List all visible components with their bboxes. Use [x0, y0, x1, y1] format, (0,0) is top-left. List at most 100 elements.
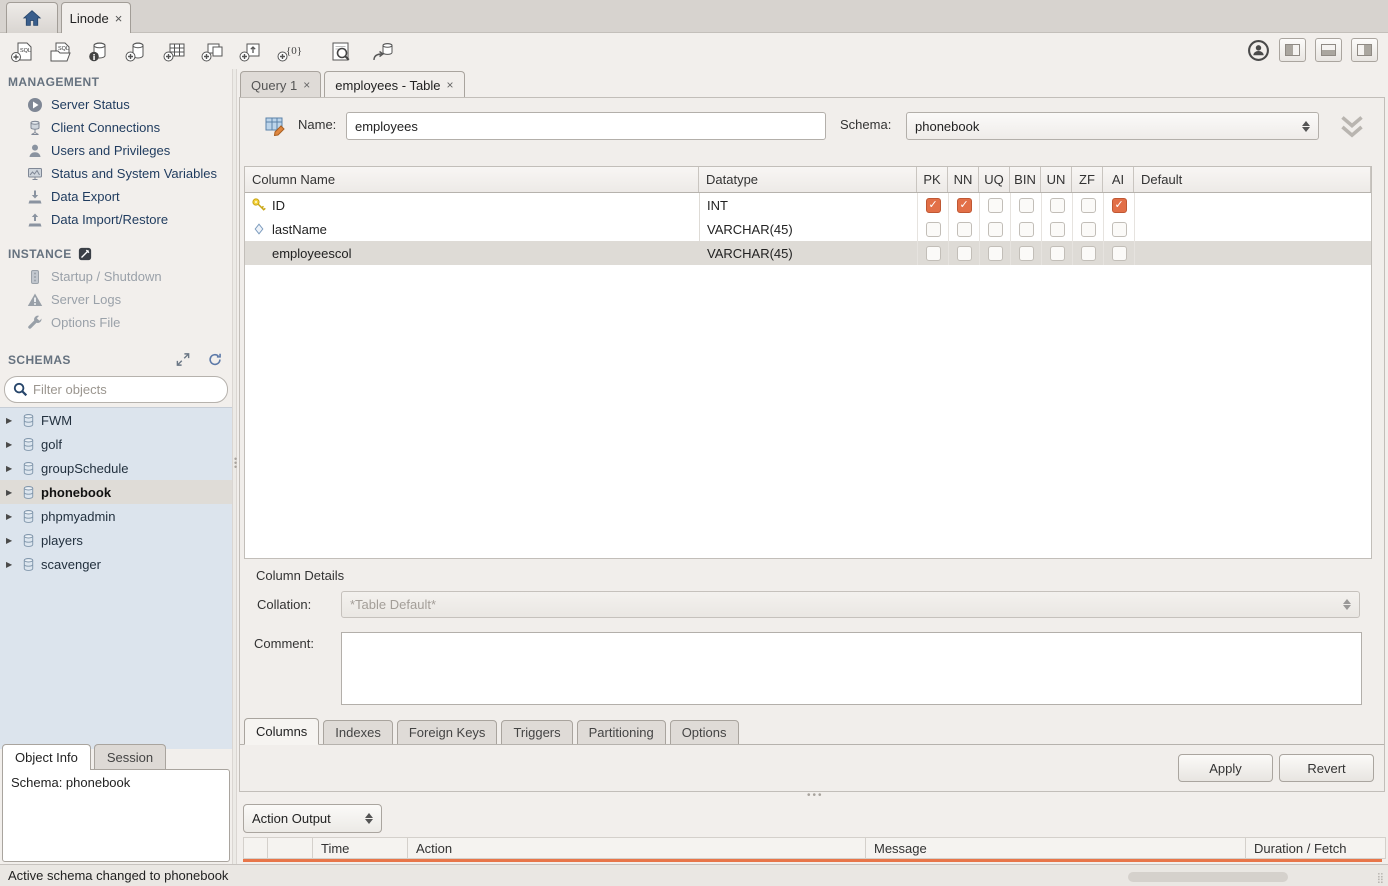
sidebar-item-server-status[interactable]: Server Status	[0, 93, 232, 116]
checkbox-un[interactable]	[1050, 198, 1065, 213]
sidebar-item-startup-shutdown[interactable]: Startup / Shutdown	[0, 265, 232, 288]
schema-item-fwm[interactable]: ▶ FWM	[0, 408, 232, 432]
resize-grip[interactable]: ⣿	[1377, 873, 1385, 884]
col-header-un[interactable]: UN	[1041, 167, 1072, 192]
toggle-right-panel-icon[interactable]	[1351, 38, 1378, 62]
create-table-icon[interactable]	[160, 40, 190, 64]
connection-tab[interactable]: Linode ×	[61, 2, 131, 33]
expander-icon[interactable]: ▶	[6, 512, 16, 521]
expand-form-icon[interactable]	[1337, 114, 1367, 140]
col-header-zf[interactable]: ZF	[1072, 167, 1103, 192]
schema-item-scavenger[interactable]: ▶ scavenger	[0, 552, 232, 576]
schema-filter-input[interactable]	[33, 382, 219, 397]
revert-button[interactable]: Revert	[1279, 754, 1374, 782]
sidebar-item-server-logs[interactable]: Server Logs	[0, 288, 232, 311]
expander-icon[interactable]: ▶	[6, 536, 16, 545]
open-sql-script-icon[interactable]: SQL	[46, 40, 76, 64]
checkbox-bin[interactable]	[1019, 198, 1034, 213]
tab-foreign-keys[interactable]: Foreign Keys	[397, 720, 498, 745]
connection-status-icon[interactable]	[1247, 39, 1270, 62]
col-header-pk[interactable]: PK	[917, 167, 948, 192]
tab-triggers[interactable]: Triggers	[501, 720, 572, 745]
col-header-uq[interactable]: UQ	[979, 167, 1010, 192]
checkbox-nn[interactable]	[957, 222, 972, 237]
search-objects-icon[interactable]	[326, 40, 356, 64]
checkbox-ai[interactable]	[1112, 198, 1127, 213]
col-header-datatype[interactable]: Datatype	[699, 167, 917, 192]
checkbox-zf[interactable]	[1081, 246, 1096, 261]
output-type-select[interactable]: Action Output	[243, 804, 382, 833]
column-row-lastname[interactable]: lastName VARCHAR(45)	[245, 217, 1371, 241]
checkbox-ai[interactable]	[1112, 222, 1127, 237]
schema-item-phpmyadmin[interactable]: ▶ phpmyadmin	[0, 504, 232, 528]
expander-icon[interactable]: ▶	[6, 440, 16, 449]
checkbox-uq[interactable]	[988, 198, 1003, 213]
col-header-column-name[interactable]: Column Name	[245, 167, 699, 192]
sidebar-item-users-privileges[interactable]: Users and Privileges	[0, 139, 232, 162]
toggle-bottom-panel-icon[interactable]	[1315, 38, 1342, 62]
checkbox-uq[interactable]	[988, 246, 1003, 261]
schema-item-golf[interactable]: ▶ golf	[0, 432, 232, 456]
refresh-schemas-icon[interactable]	[206, 352, 224, 367]
checkbox-ai[interactable]	[1112, 246, 1127, 261]
schema-item-players[interactable]: ▶ players	[0, 528, 232, 552]
sidebar-item-options-file[interactable]: Options File	[0, 311, 232, 334]
expander-icon[interactable]: ▶	[6, 416, 16, 425]
close-icon[interactable]: ×	[447, 78, 454, 92]
tab-partitioning[interactable]: Partitioning	[577, 720, 666, 745]
checkbox-un[interactable]	[1050, 246, 1065, 261]
stepper-icon[interactable]	[365, 813, 373, 824]
sidebar-item-data-import[interactable]: Data Import/Restore	[0, 208, 232, 231]
expander-icon[interactable]: ▶	[6, 560, 16, 569]
tab-session[interactable]: Session	[94, 744, 166, 770]
create-schema-icon[interactable]	[122, 40, 152, 64]
schema-item-groupschedule[interactable]: ▶ groupSchedule	[0, 456, 232, 480]
output-col-status[interactable]	[244, 838, 268, 858]
reconnect-database-icon[interactable]	[368, 40, 398, 64]
checkbox-nn[interactable]	[957, 198, 972, 213]
schema-select[interactable]: phonebook	[906, 112, 1319, 140]
tab-options[interactable]: Options	[670, 720, 739, 745]
col-header-default[interactable]: Default	[1134, 167, 1371, 192]
checkbox-pk[interactable]	[926, 222, 941, 237]
stepper-icon[interactable]	[1302, 121, 1310, 132]
checkbox-zf[interactable]	[1081, 198, 1096, 213]
checkbox-nn[interactable]	[957, 246, 972, 261]
sidebar-item-status-system-variables[interactable]: Status and System Variables	[0, 162, 232, 185]
checkbox-bin[interactable]	[1019, 222, 1034, 237]
tab-employees-table[interactable]: employees - Table ×	[324, 71, 464, 98]
expand-schemas-icon[interactable]	[174, 352, 192, 367]
create-view-icon[interactable]	[198, 40, 228, 64]
column-row-id[interactable]: ID INT	[245, 193, 1371, 217]
checkbox-bin[interactable]	[1019, 246, 1034, 261]
output-col-index[interactable]	[268, 838, 313, 858]
output-col-time[interactable]: Time	[313, 838, 408, 858]
database-info-icon[interactable]	[84, 40, 114, 64]
tab-query-1[interactable]: Query 1 ×	[240, 71, 321, 98]
column-row-employeescol[interactable]: employeescol VARCHAR(45)	[245, 241, 1371, 265]
collation-select[interactable]: *Table Default*	[341, 591, 1360, 618]
checkbox-pk[interactable]	[926, 198, 941, 213]
sidebar-item-client-connections[interactable]: Client Connections	[0, 116, 232, 139]
sidebar-item-data-export[interactable]: Data Export	[0, 185, 232, 208]
new-sql-tab-icon[interactable]: SQL	[8, 40, 38, 64]
apply-button[interactable]: Apply	[1178, 754, 1273, 782]
horizontal-scrollbar[interactable]	[1128, 872, 1288, 882]
checkbox-uq[interactable]	[988, 222, 1003, 237]
checkbox-un[interactable]	[1050, 222, 1065, 237]
col-header-bin[interactable]: BIN	[1010, 167, 1041, 192]
output-splitter[interactable]: •••	[237, 793, 1388, 801]
create-function-icon[interactable]: {0}	[274, 40, 304, 64]
comment-textarea[interactable]	[341, 632, 1362, 705]
expander-icon[interactable]: ▶	[6, 464, 16, 473]
create-procedure-icon[interactable]	[236, 40, 266, 64]
tab-indexes[interactable]: Indexes	[323, 720, 393, 745]
close-icon[interactable]: ×	[303, 78, 310, 92]
checkbox-zf[interactable]	[1081, 222, 1096, 237]
output-col-message[interactable]: Message	[866, 838, 1246, 858]
checkbox-pk[interactable]	[926, 246, 941, 261]
expander-icon[interactable]: ▶	[6, 488, 16, 497]
schema-filter[interactable]	[4, 376, 228, 403]
tab-columns[interactable]: Columns	[244, 718, 319, 745]
tab-object-info[interactable]: Object Info	[2, 744, 91, 770]
